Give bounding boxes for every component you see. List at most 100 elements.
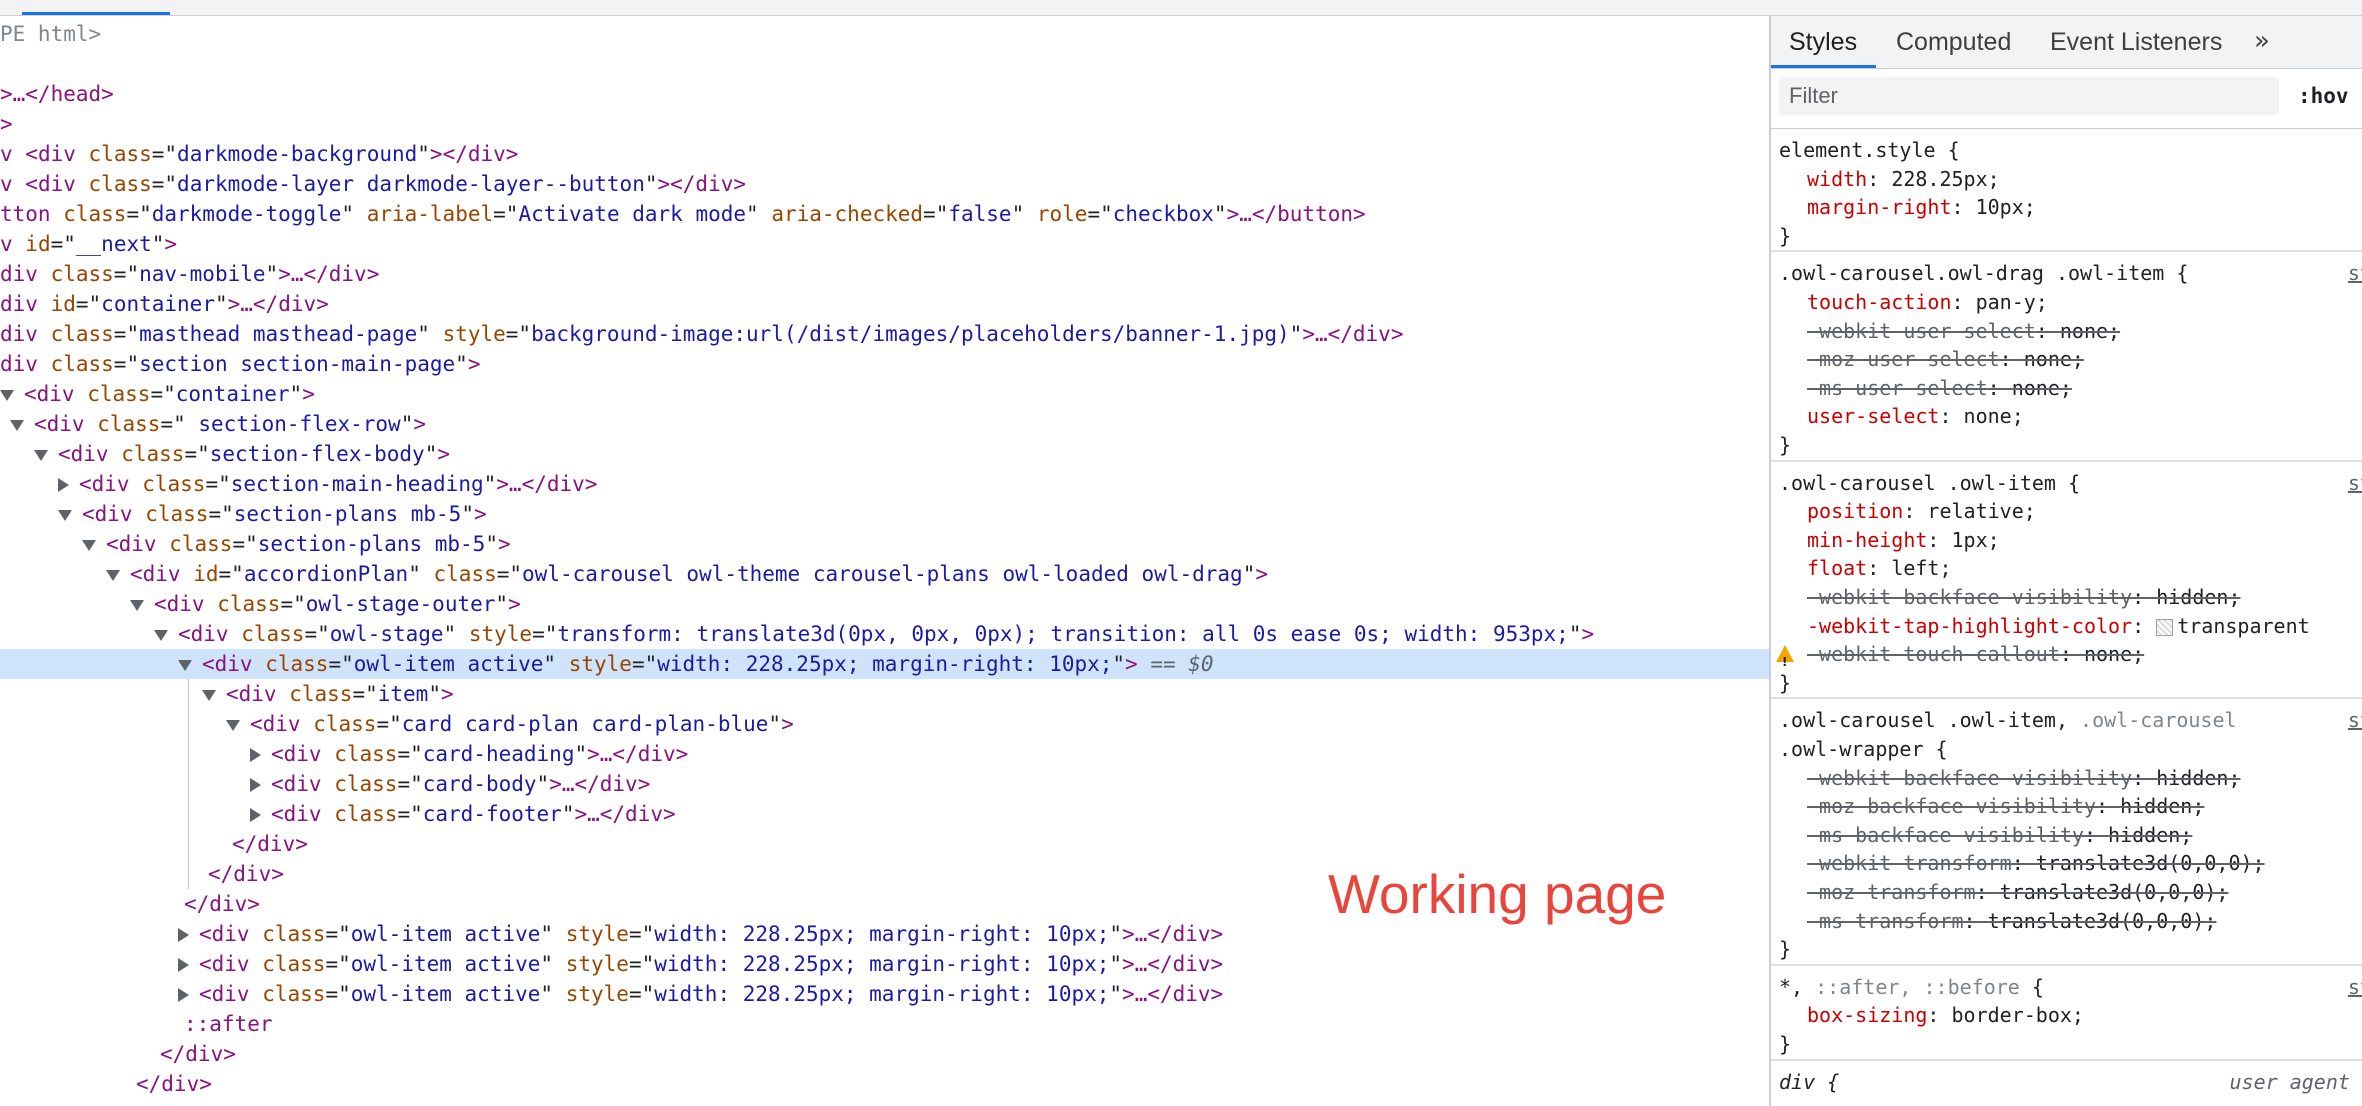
css-declaration[interactable]: -webkit-touch-callout: none; xyxy=(1771,640,2362,668)
expand-triangle-icon[interactable] xyxy=(250,778,261,792)
hover-state-toggle[interactable]: :hov xyxy=(2298,77,2349,115)
dom-node-selected[interactable]: <div class="owl-item active" style="widt… xyxy=(0,649,1769,679)
doctype-node: PE html> xyxy=(0,22,102,46)
css-declaration[interactable]: min-height: 1px; xyxy=(1771,526,2362,554)
rule-selector[interactable]: element.style { xyxy=(1771,136,2362,164)
dom-node[interactable]: div class="nav-mobile">…</div> xyxy=(0,259,1769,289)
rule-close-brace[interactable]: } xyxy=(1771,222,2362,250)
dom-node[interactable]: <div class="owl-stage" style="transform:… xyxy=(0,619,1769,649)
expand-triangle-icon[interactable] xyxy=(250,748,261,762)
tab-computed[interactable]: Computed xyxy=(1896,16,2011,68)
css-declaration[interactable]: user-select: none; xyxy=(1771,402,2362,430)
collapse-triangle-icon[interactable] xyxy=(106,569,120,581)
css-declaration[interactable]: -ms-backface-visibility: hidden; xyxy=(1771,821,2362,849)
rule-source-label: user agent s xyxy=(2229,1069,2362,1094)
more-tabs-icon[interactable]: » xyxy=(2254,16,2270,68)
dom-node[interactable]: <div class="container"> xyxy=(0,379,1769,409)
dom-node[interactable]: <div class="section-plans mb-5"> xyxy=(0,499,1769,529)
expand-triangle-icon[interactable] xyxy=(178,928,189,942)
css-declaration[interactable]: -webkit-backface-visibility: hidden; xyxy=(1771,583,2362,611)
working-page-overlay: Working page xyxy=(1328,863,1667,925)
dom-node[interactable]: <div class="card-heading">…</div> xyxy=(0,739,1769,769)
dom-node[interactable]: </div> xyxy=(0,1069,1769,1099)
collapse-triangle-icon[interactable] xyxy=(130,599,144,611)
dom-node[interactable]: div class="section section-main-page"> xyxy=(0,349,1769,379)
expand-triangle-icon[interactable] xyxy=(58,478,69,492)
dom-node[interactable]: v id="__next"> xyxy=(0,229,1769,259)
rule-selector[interactable]: *, ::after, ::before {sty xyxy=(1771,973,2362,1001)
rule-selector[interactable]: .owl-carousel .owl-item, .owl-carouselst… xyxy=(1771,706,2362,734)
dom-node[interactable]: </div> xyxy=(0,829,1769,859)
dom-node[interactable]: <div id="accordionPlan" class="owl-carou… xyxy=(0,559,1769,589)
warning-icon xyxy=(1776,645,1794,668)
css-declaration[interactable]: -moz-backface-visibility: hidden; xyxy=(1771,792,2362,820)
collapse-triangle-icon[interactable] xyxy=(202,689,216,701)
elements-dom-tree[interactable]: PE html> >…</head> > v <div class="darkmode… xyxy=(0,16,1769,1106)
rule-close-brace[interactable]: } xyxy=(1771,935,2362,963)
rule-source-link: sty xyxy=(2347,708,2362,733)
sidebar-tabs: Styles Computed Event Listeners » xyxy=(1771,16,2362,69)
dom-node[interactable]: <div class="owl-item active" style="widt… xyxy=(0,949,1769,979)
rule-close-brace[interactable]: } xyxy=(1771,669,2362,697)
dom-node[interactable]: <div class="card card-plan card-plan-blu… xyxy=(0,709,1769,739)
rule-close-brace[interactable]: } xyxy=(1771,1030,2362,1058)
expand-triangle-icon[interactable] xyxy=(178,988,189,1002)
tab-styles[interactable]: Styles xyxy=(1789,16,1857,68)
css-declaration[interactable]: -moz-transform: translate3d(0,0,0); xyxy=(1771,878,2362,906)
rule-separator xyxy=(1771,963,2362,966)
css-declaration[interactable]: -webkit-user-select: none; xyxy=(1771,317,2362,345)
collapse-triangle-icon[interactable] xyxy=(0,389,14,401)
css-declaration[interactable]: touch-action: pan-y; xyxy=(1771,288,2362,316)
css-declaration[interactable]: width: 228.25px; xyxy=(1771,165,2362,193)
dom-node[interactable]: v <div class="darkmode-background"></div… xyxy=(0,139,1769,169)
collapse-triangle-icon[interactable] xyxy=(178,659,192,671)
collapse-triangle-icon[interactable] xyxy=(10,419,24,431)
css-declaration[interactable]: margin-right: 10px; xyxy=(1771,193,2362,221)
dom-node-body[interactable]: > xyxy=(0,109,1769,139)
collapse-triangle-icon[interactable] xyxy=(58,509,72,521)
dom-node[interactable]: ::after xyxy=(0,1009,1769,1039)
rule-close-brace[interactable]: } xyxy=(1771,431,2362,459)
top-tab-strip xyxy=(0,0,2362,16)
css-declaration[interactable]: position: relative; xyxy=(1771,497,2362,525)
dom-node-head[interactable]: >…</head> xyxy=(0,79,1769,109)
collapse-triangle-icon[interactable] xyxy=(226,719,240,731)
css-declaration[interactable]: -moz-user-select: none; xyxy=(1771,345,2362,373)
dom-node[interactable]: <div class="section-flex-body"> xyxy=(0,439,1769,469)
css-declaration[interactable]: float: left; xyxy=(1771,554,2362,582)
dom-node[interactable]: tton class="darkmode-toggle" aria-label=… xyxy=(0,199,1769,229)
dom-node[interactable]: v <div class="darkmode-layer darkmode-la… xyxy=(0,169,1769,199)
css-declaration[interactable]: -webkit-tap-highlight-color: transparent xyxy=(1771,612,2362,640)
dom-node[interactable]: <div class="card-footer">…</div> xyxy=(0,799,1769,829)
dom-node[interactable]: <div class="card-body">…</div> xyxy=(0,769,1769,799)
collapse-triangle-icon[interactable] xyxy=(82,539,96,551)
rule-selector[interactable]: div {user agent s xyxy=(1771,1068,2362,1096)
rule-source-link: sty xyxy=(2347,974,2362,999)
css-declaration[interactable]: -ms-transform: translate3d(0,0,0); xyxy=(1771,907,2362,935)
dom-node[interactable]: <div class=" section-flex-row"> xyxy=(0,409,1769,439)
collapse-triangle-icon[interactable] xyxy=(34,449,48,461)
rule-selector[interactable]: .owl-carousel .owl-item {sty xyxy=(1771,469,2362,497)
expand-triangle-icon[interactable] xyxy=(250,808,261,822)
collapse-triangle-icon[interactable] xyxy=(154,629,168,641)
expand-triangle-icon[interactable] xyxy=(178,958,189,972)
css-declaration[interactable]: box-sizing: border-box; xyxy=(1771,1001,2362,1029)
dom-node[interactable]: </div> xyxy=(0,1039,1769,1069)
css-declaration[interactable]: -ms-user-select: none; xyxy=(1771,374,2362,402)
dom-node[interactable]: <div class="owl-stage-outer"> xyxy=(0,589,1769,619)
tab-event-listeners[interactable]: Event Listeners xyxy=(2050,16,2222,68)
dom-node[interactable]: <div class="section-main-heading">…</div… xyxy=(0,469,1769,499)
css-declaration[interactable]: -webkit-transform: translate3d(0,0,0); xyxy=(1771,849,2362,877)
dom-node[interactable]: <div class="section-plans mb-5"> xyxy=(0,529,1769,559)
dom-node[interactable]: div id="container">…</div> xyxy=(0,289,1769,319)
dom-node[interactable]: div class="masthead masthead-page" style… xyxy=(0,319,1769,349)
dom-node[interactable]: <div class="item"> xyxy=(0,679,1769,709)
styles-filter-input[interactable] xyxy=(1779,77,2279,115)
rule-source-link: sty xyxy=(2347,261,2362,286)
css-declaration[interactable]: -webkit-backface-visibility: hidden; xyxy=(1771,764,2362,792)
rule-selector[interactable]: .owl-carousel.owl-drag .owl-item {sty xyxy=(1771,259,2362,287)
rule-separator xyxy=(1771,250,2362,253)
filter-row: :hov xyxy=(1771,69,2362,129)
dom-node[interactable]: <div class="owl-item active" style="widt… xyxy=(0,979,1769,1009)
rule-selector-cont[interactable]: .owl-wrapper { xyxy=(1771,735,2362,763)
